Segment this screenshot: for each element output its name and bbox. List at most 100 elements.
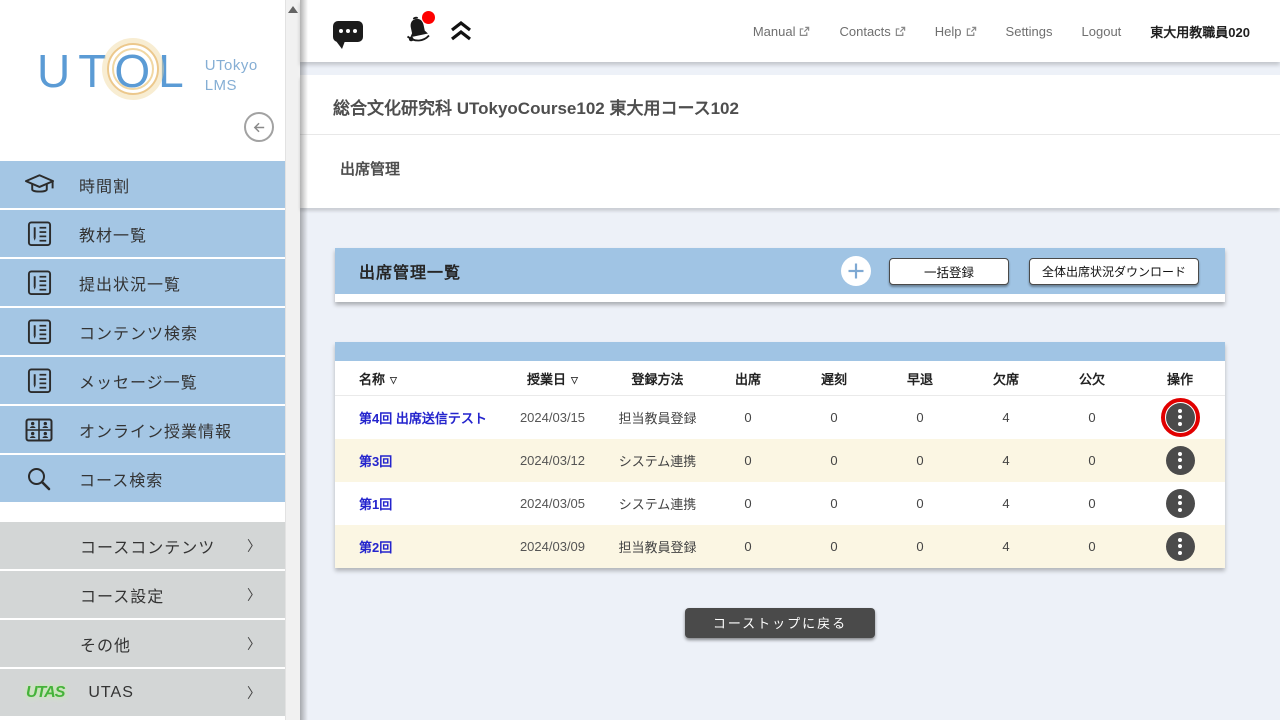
collapse-header-button[interactable] [449,20,473,43]
registration-method: システム連携 [610,439,705,482]
late-count: 0 [791,396,877,439]
manual-link[interactable]: Manual [753,24,811,39]
logo-letter: T [75,48,111,94]
session-link[interactable]: 第1回 [359,497,392,512]
early-leave-count: 0 [877,525,963,568]
sidebar-item-others[interactable]: その他 〉 [0,620,285,667]
utol-logo: UTOL UTokyo LMS [34,48,258,95]
external-link-icon [799,26,810,37]
table-row: 第3回 2024/03/12 システム連携 0 0 0 4 0 [335,439,1225,482]
panel-body-strip [335,294,1225,302]
table-row: 第4回 出席送信テスト 2024/03/15 担当教員登録 0 0 0 4 0 [335,396,1225,439]
kebab-menu-icon[interactable] [1166,403,1195,432]
present-count: 0 [705,396,791,439]
registration-method: システム連携 [610,482,705,525]
session-date: 2024/03/12 [495,439,610,482]
external-link-icon [966,26,977,37]
column-header-name[interactable]: 名称▽ [335,361,495,396]
sidebar-item-course-settings[interactable]: コース設定 〉 [0,571,285,618]
excused-count: 0 [1049,525,1135,568]
contacts-link[interactable]: Contacts [839,24,905,39]
sort-desc-icon: ▽ [571,375,578,385]
column-header-date[interactable]: 授業日▽ [495,361,610,396]
sidebar-item-course-search[interactable]: コース検索 [0,455,285,502]
kebab-menu-icon[interactable] [1166,446,1195,475]
sidebar-item-content-search[interactable]: コンテンツ検索 [0,308,285,355]
chevron-right-icon: 〉 [247,585,261,605]
absent-count: 4 [963,482,1049,525]
add-attendance-button[interactable] [841,256,871,286]
batch-register-button[interactable]: 一括登録 [889,258,1009,285]
absent-count: 4 [963,396,1049,439]
graduation-cap-icon [19,172,59,198]
sidebar-item-submissions[interactable]: 提出状況一覧 [0,259,285,306]
absent-count: 4 [963,439,1049,482]
table-row: 第1回 2024/03/05 システム連携 0 0 0 4 0 [335,482,1225,525]
kebab-menu-icon[interactable] [1166,489,1195,518]
sidebar-scrollbar[interactable] [285,0,300,720]
early-leave-count: 0 [877,439,963,482]
back-to-course-top-button[interactable]: コーストップに戻る [685,608,875,638]
top-links: Manual Contacts Help Settings Logout 東大用… [724,22,1250,41]
page-title: 出席管理 [300,135,1280,208]
panel-title: 出席管理一覧 [359,259,461,283]
sidebar-collapse-button[interactable] [244,112,274,142]
table-header-row: 名称▽ 授業日▽ 登録方法 出席 遅刻 早退 欠席 公欠 操作 [335,361,1225,396]
external-link-icon [895,26,906,37]
registration-method: 担当教員登録 [610,396,705,439]
sidebar-item-messages[interactable]: メッセージ一覧 [0,357,285,404]
top-header-bar: Manual Contacts Help Settings Logout 東大用… [300,0,1280,62]
table-row: 第2回 2024/03/09 担当教員登録 0 0 0 4 0 [335,525,1225,568]
session-date: 2024/03/05 [495,482,610,525]
sort-desc-icon: ▽ [390,375,397,385]
late-count: 0 [791,482,877,525]
logout-link[interactable]: Logout [1082,24,1122,39]
absent-count: 4 [963,525,1049,568]
sidebar-item-online-class[interactable]: オンライン授業情報 [0,406,285,453]
clipboard-icon [19,220,59,247]
chat-messages-icon[interactable] [333,21,363,42]
excused-count: 0 [1049,482,1135,525]
chevron-right-icon: 〉 [247,683,261,703]
scroll-up-arrow-icon[interactable] [288,6,298,13]
utas-logo-icon: UTAS [26,684,64,702]
column-header-method: 登録方法 [610,361,705,396]
attendance-table: 名称▽ 授業日▽ 登録方法 出席 遅刻 早退 欠席 公欠 操作 [335,361,1225,568]
logo-subtitle: UTokyo LMS [205,48,258,95]
excused-count: 0 [1049,439,1135,482]
attendance-panel: 出席管理一覧 一括登録 全体出席状況ダウンロード [335,248,1225,302]
sidebar-item-course-contents[interactable]: コースコンテンツ 〉 [0,522,285,569]
chevron-right-icon: 〉 [247,536,261,556]
registration-method: 担当教員登録 [610,525,705,568]
notifications-bell-button[interactable] [403,14,433,49]
sidebar-menu: 時間割 教材一覧 提出状況一覧 コンテンツ検索 [0,161,285,716]
notification-badge [422,11,435,24]
sidebar-item-utas[interactable]: UTAS UTAS 〉 [0,669,285,716]
help-link[interactable]: Help [935,24,977,39]
present-count: 0 [705,482,791,525]
screen: UTOL UTokyo LMS 時間割 [0,0,1280,720]
late-count: 0 [791,439,877,482]
annotation-red-circle [1161,398,1200,437]
session-date: 2024/03/09 [495,525,610,568]
session-link[interactable]: 第2回 [359,540,392,555]
main-content: Manual Contacts Help Settings Logout 東大用… [300,0,1280,720]
column-header-absent: 欠席 [963,361,1049,396]
sidebar-item-timetable[interactable]: 時間割 [0,161,285,208]
column-header-late: 遅刻 [791,361,877,396]
session-date: 2024/03/15 [495,396,610,439]
sidebar-item-materials[interactable]: 教材一覧 [0,210,285,257]
settings-link[interactable]: Settings [1006,24,1053,39]
download-all-attendance-button[interactable]: 全体出席状況ダウンロード [1029,258,1199,285]
session-link[interactable]: 第3回 [359,454,392,469]
kebab-menu-icon[interactable] [1166,532,1195,561]
column-header-actions: 操作 [1135,361,1225,396]
early-leave-count: 0 [877,482,963,525]
session-link[interactable]: 第4回 出席送信テスト [359,411,487,426]
table-top-bar [335,342,1225,361]
logo-letter-o-rings: O [111,48,155,94]
course-title-panel: 総合文化研究科 UTokyoCourse102 東大用コース102 出席管理 [300,75,1280,208]
search-icon [19,466,59,492]
sidebar-submenu: コースコンテンツ 〉 コース設定 〉 その他 〉 UTAS UTAS 〉 [0,522,285,716]
sidebar: UTOL UTokyo LMS 時間割 [0,0,285,720]
